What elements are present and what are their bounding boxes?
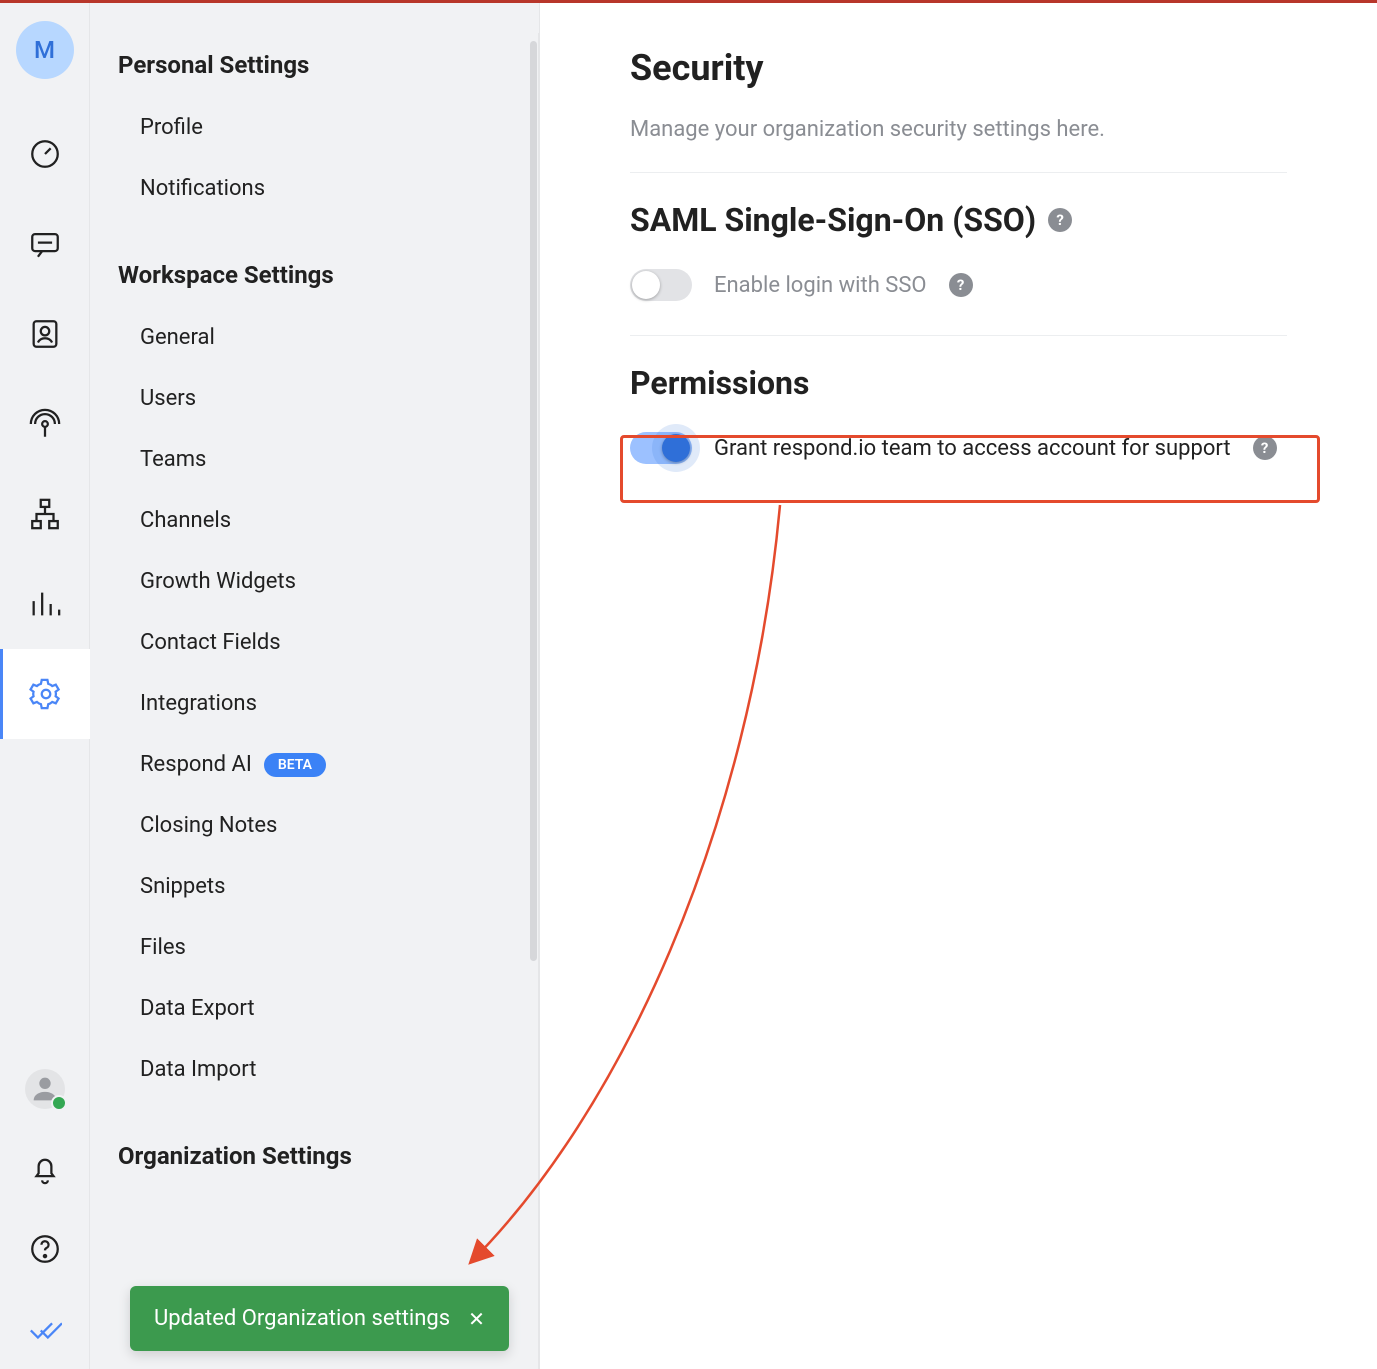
scrollbar-thumb[interactable] [530, 41, 537, 961]
nav-item-users[interactable]: Users [90, 368, 532, 429]
nav-item-teams[interactable]: Teams [90, 429, 532, 490]
nav-heading-personal: Personal Settings [90, 33, 532, 97]
section-heading-sso: SAML Single-Sign-On (SSO) ? [630, 201, 1287, 239]
help-icon[interactable]: ? [1048, 208, 1072, 232]
rail-help[interactable] [0, 1209, 90, 1289]
presence-avatar-icon [25, 1069, 65, 1109]
rail-analytics[interactable] [0, 559, 90, 649]
rail-notifications[interactable] [0, 1129, 90, 1209]
nav-item-closing-notes[interactable]: Closing Notes [90, 795, 532, 856]
rail-dashboard[interactable] [0, 109, 90, 199]
rail-bottom [0, 1049, 90, 1369]
nav-item-general[interactable]: General [90, 307, 532, 368]
rail-workflow[interactable] [0, 469, 90, 559]
chat-icon [28, 227, 62, 261]
icon-rail: M [0, 3, 90, 1369]
toggle-sso-label: Enable login with SSO [714, 273, 927, 298]
nav-item-data-export[interactable]: Data Export [90, 978, 532, 1039]
nav-item-contact-fields[interactable]: Contact Fields [90, 612, 532, 673]
nav-item-respond-ai[interactable]: Respond AI BETA [90, 734, 532, 795]
nav-heading-organization: Organization Settings [90, 1124, 532, 1188]
double-check-icon [28, 1312, 62, 1346]
gear-icon [29, 677, 63, 711]
divider [630, 172, 1287, 173]
rail-brand[interactable] [0, 1289, 90, 1369]
workflow-icon [28, 497, 62, 531]
section-heading-permissions: Permissions [630, 364, 1287, 402]
nav-item-notifications[interactable]: Notifications [90, 158, 532, 219]
annotation-highlight-box [620, 435, 1320, 503]
broadcast-icon [28, 407, 62, 441]
rail-presence[interactable] [0, 1049, 90, 1129]
nav-heading-workspace: Workspace Settings [90, 243, 532, 307]
page-subtitle: Manage your organization security settin… [630, 117, 1287, 142]
beta-badge: BETA [264, 753, 326, 777]
nav-item-growth-widgets[interactable]: Growth Widgets [90, 551, 532, 612]
setting-row-sso: Enable login with SSO ? [630, 265, 1287, 335]
workspace-avatar-letter: M [34, 36, 55, 64]
rail-chat[interactable] [0, 199, 90, 289]
contact-card-icon [28, 317, 62, 351]
nav-item-channels[interactable]: Channels [90, 490, 532, 551]
toast-close-button[interactable]: ✕ [468, 1307, 485, 1331]
divider [630, 335, 1287, 336]
gauge-icon [28, 137, 62, 171]
app-layout: M [0, 3, 1377, 1369]
workspace-avatar[interactable]: M [16, 21, 74, 79]
nav-item-files[interactable]: Files [90, 917, 532, 978]
nav-item-integrations[interactable]: Integrations [90, 673, 532, 734]
page-title: Security [630, 47, 1287, 89]
help-circle-icon [28, 1232, 62, 1266]
rail-settings[interactable] [0, 649, 90, 739]
nav-item-data-import[interactable]: Data Import [90, 1039, 532, 1100]
nav-item-snippets[interactable]: Snippets [90, 856, 532, 917]
bar-chart-icon [28, 587, 62, 621]
help-icon[interactable]: ? [949, 273, 973, 297]
rail-broadcast[interactable] [0, 379, 90, 469]
rail-contacts[interactable] [0, 289, 90, 379]
toast-text: Updated Organization settings [154, 1306, 450, 1331]
toggle-sso[interactable] [630, 269, 692, 301]
bell-icon [28, 1152, 62, 1186]
main-content: Security Manage your organization securi… [540, 3, 1377, 1369]
settings-sidenav: Personal Settings Profile Notifications … [90, 3, 540, 1369]
nav-item-profile[interactable]: Profile [90, 97, 532, 158]
toast-success: Updated Organization settings ✕ [130, 1286, 509, 1351]
